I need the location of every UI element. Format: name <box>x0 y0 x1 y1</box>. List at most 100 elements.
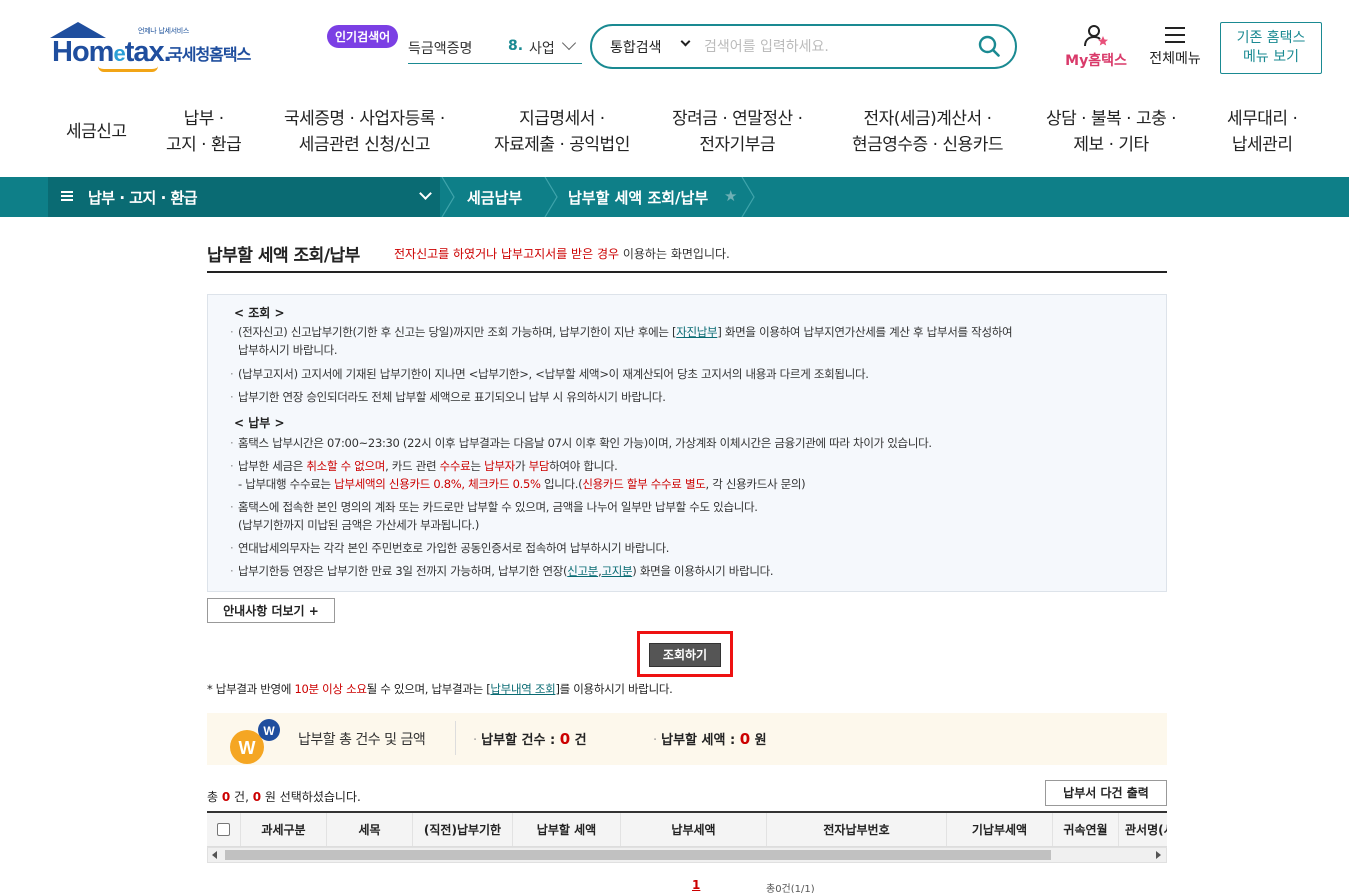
more-guide-button[interactable]: 안내사항 더보기 + <box>207 598 335 623</box>
guide-highlight: 수수료 <box>439 459 471 473</box>
guide-line: · 납부한 세금은 취소할 수 없으며, 카드 관련 수수료는 납부자가 부담하여… <box>230 457 618 475</box>
guide-line: · 납부기한등 연장은 납부기한 만료 3일 전까지 가능하며, 납부기한 연장(… <box>230 562 774 580</box>
guide-line: · (납부고지서) 고지서에 기재된 납부기한이 지나면 <납부기한>, <납부할… <box>230 365 869 383</box>
gnb-incentive[interactable]: 장려금 · 연말정산 · 전자기부금 <box>672 106 803 158</box>
breadcrumb-level1[interactable]: 납부 · 고지 · 환급 <box>88 187 198 208</box>
breadcrumb-level2[interactable]: 세금납부 <box>467 187 522 208</box>
summary-label: 납부할 총 건수 및 금액 <box>298 732 426 748</box>
hometax-logo[interactable]: 언제나 납세서비스 Hometax. 국세청홈택스 <box>48 22 268 74</box>
logo-part-tax: tax. <box>124 36 172 68</box>
grid-header-cell[interactable]: 기납부세액 <box>947 813 1053 846</box>
notice-extension-link[interactable]: 고지분 <box>601 564 632 578</box>
report-extension-link[interactable]: 신고분 <box>567 564 598 578</box>
gnb-tax-agent[interactable]: 세무대리 · 납세관리 <box>1227 106 1298 158</box>
won-character-icon: W W <box>230 719 280 764</box>
grid-header-cell[interactable]: 전자납부번호 <box>767 813 947 846</box>
summary-count-label: 납부할 건수 : <box>481 733 560 748</box>
selection-count: 총 0 건, 0 원 선택하셨습니다. <box>207 788 361 805</box>
scroll-right-icon[interactable] <box>1156 851 1161 859</box>
page-description: 전자신고를 하였거나 납부고지서를 받은 경우 이용하는 화면입니다. <box>394 245 730 262</box>
guide-box: < 조회 > · (전자신고) 신고납부기한(기한 후 신고는 당일)까지만 조회… <box>207 294 1167 592</box>
gnb-tax-report[interactable]: 세금신고 <box>66 119 127 145</box>
old-hometax-menu-button[interactable]: 기존 홈택스 메뉴 보기 <box>1220 22 1322 74</box>
guide-line: 납부하시기 바랍니다. <box>238 343 338 357</box>
pagination-current-page[interactable]: 1 <box>692 878 700 892</box>
breadcrumb: 납부 · 고지 · 환급 세금납부 납부할 세액 조회/납부 ★ <box>0 177 1349 217</box>
popular-word[interactable]: 사업 <box>529 38 553 58</box>
guide-text: 납부기한 연장 승인되더라도 전체 납부할 세액으로 표기되오니 납부 시 유의… <box>238 390 666 404</box>
print-multiple-bills-button[interactable]: 납부서 다건 출력 <box>1045 780 1167 806</box>
gnb-label-line2: 고지 · 환급 <box>166 135 242 155</box>
grid-header-cell[interactable]: 세목 <box>327 813 413 846</box>
search-icon[interactable] <box>978 35 1000 57</box>
main-navigation: 세금신고 납부 · 고지 · 환급 국세증명 · 사업자등록 · 세금관련 신청/신… <box>0 100 1349 176</box>
grid-header: 과세구분 세목 (직전)납부기한 납부할 세액 납부세액 전자납부번호 기납부세… <box>207 813 1167 847</box>
gnb-payment[interactable]: 납부 · 고지 · 환급 <box>166 106 242 158</box>
selection-count-value: 0 <box>221 790 231 804</box>
guide-heading-query: < 조회 > <box>234 306 285 320</box>
selection-amount-value: 0 <box>252 790 262 804</box>
summary-amount-unit: 원 <box>750 733 767 748</box>
my-hometax-button[interactable]: My홈택스 <box>1060 24 1132 74</box>
self-payment-link[interactable]: 자진납부 <box>676 325 717 339</box>
search-input[interactable] <box>704 35 964 59</box>
summary-count-unit: 건 <box>570 733 587 748</box>
note-text: 될 수 있으며, 납부결과는 [ <box>366 682 491 696</box>
logo-subtitle: 언제나 납세서비스 <box>138 27 190 35</box>
favorite-star-icon[interactable]: ★ <box>724 187 737 205</box>
grid-header-check-cell <box>207 813 241 846</box>
all-menu-button[interactable]: 전체메뉴 <box>1140 24 1210 74</box>
summary-divider <box>455 721 456 755</box>
gnb-label-line1: 국세증명 · 사업자등록 · <box>284 109 445 129</box>
old-menu-line1: 기존 홈택스 <box>1236 30 1306 46</box>
guide-text: ] 화면을 이용하여 납부지연가산세를 계산 후 납부서를 작성하여 <box>717 325 1013 339</box>
guide-text: , 각 신용카드사 문의) <box>705 477 806 491</box>
bullet: · <box>473 733 478 748</box>
search-scope-select[interactable]: 통합검색 <box>610 37 662 57</box>
horizontal-scrollbar[interactable] <box>207 847 1167 863</box>
scrollbar-thumb[interactable] <box>225 850 1051 860</box>
grid-header-cell[interactable]: (직전)납부기한 <box>413 813 513 846</box>
guide-text: 납부기한등 연장은 납부기한 만료 3일 전까지 가능하며, 납부기한 연장( <box>238 564 568 578</box>
guide-highlight: 신용카드 할부 수수료 별도 <box>582 477 706 491</box>
grid-header-cell[interactable]: 과세구분 <box>241 813 327 846</box>
gnb-label-line1: 지급명세서 · <box>519 109 605 129</box>
payment-history-link[interactable]: 납부내역 조회 <box>490 682 555 696</box>
gnb-e-invoice[interactable]: 전자(세금)계산서 · 현금영수증 · 신용카드 <box>852 106 1003 158</box>
popular-search-ticker[interactable]: 득금액증명 8. 사업 <box>408 30 582 64</box>
chevron-down-icon[interactable] <box>561 35 577 51</box>
gnb-payment-statement[interactable]: 지급명세서 · 자료제출 · 공익법인 <box>494 106 630 158</box>
list-menu-icon <box>61 191 73 201</box>
gnb-certificate[interactable]: 국세증명 · 사업자등록 · 세금관련 신청/신고 <box>284 106 445 158</box>
grid-header-cell[interactable]: 납부세액 <box>621 813 767 846</box>
top-header: 언제나 납세서비스 Hometax. 국세청홈택스 인기검색어 득금액증명 8.… <box>0 0 1349 90</box>
grid-header-cell[interactable]: 납부할 세액 <box>513 813 621 846</box>
user-icon <box>1084 25 1108 47</box>
payment-grid: 과세구분 세목 (직전)납부기한 납부할 세액 납부세액 전자납부번호 기납부세… <box>207 811 1167 863</box>
scroll-left-icon[interactable] <box>212 851 217 859</box>
payment-summary: W W 납부할 총 건수 및 금액 · 납부할 건수 : 0 건 · 납부할 세액 … <box>207 713 1167 765</box>
summary-amount-value: 0 <box>739 730 751 748</box>
select-all-checkbox[interactable] <box>217 823 230 836</box>
guide-text: 연대납세의무자는 각각 본인 주민번호로 가입한 공동인증서로 접속하여 납부하… <box>238 541 670 555</box>
gnb-consulting[interactable]: 상담 · 불복 · 고충 · 제보 · 기타 <box>1046 106 1177 158</box>
chevron-down-icon[interactable] <box>680 36 691 47</box>
grid-header-cell[interactable]: 관서명(서) <box>1119 813 1167 846</box>
guide-text: (전자신고) 신고납부기한(기한 후 신고는 당일)까지만 조회 가능하며, 납… <box>238 325 677 339</box>
selection-text: 원 선택하셨습니다. <box>261 790 361 804</box>
gnb-label-line1: 상담 · 불복 · 고충 · <box>1046 109 1177 129</box>
breadcrumb-level3[interactable]: 납부할 세액 조회/납부 <box>568 187 708 208</box>
summary-amount: · 납부할 세액 : 0 원 <box>653 729 767 748</box>
gnb-label-line2: 자료제출 · 공익법인 <box>494 135 630 155</box>
popular-search-badge: 인기검색어 <box>327 25 399 48</box>
grid-header-cell[interactable]: 귀속연월 <box>1053 813 1119 846</box>
bullet: · <box>230 325 234 339</box>
popular-prev-word[interactable]: 득금액증명 <box>408 38 472 58</box>
search-box: 통합검색 <box>590 24 1017 69</box>
bullet: · <box>230 367 234 381</box>
query-button[interactable]: 조회하기 <box>649 643 721 667</box>
guide-line: · 연대납세의무자는 각각 본인 주민번호로 가입한 공동인증서로 접속하여 납부… <box>230 539 669 557</box>
guide-text: , 카드 관련 <box>385 459 440 473</box>
guide-heading-pay: < 납부 > <box>234 416 285 430</box>
guide-highlight: 취소할 수 없으며 <box>306 459 386 473</box>
